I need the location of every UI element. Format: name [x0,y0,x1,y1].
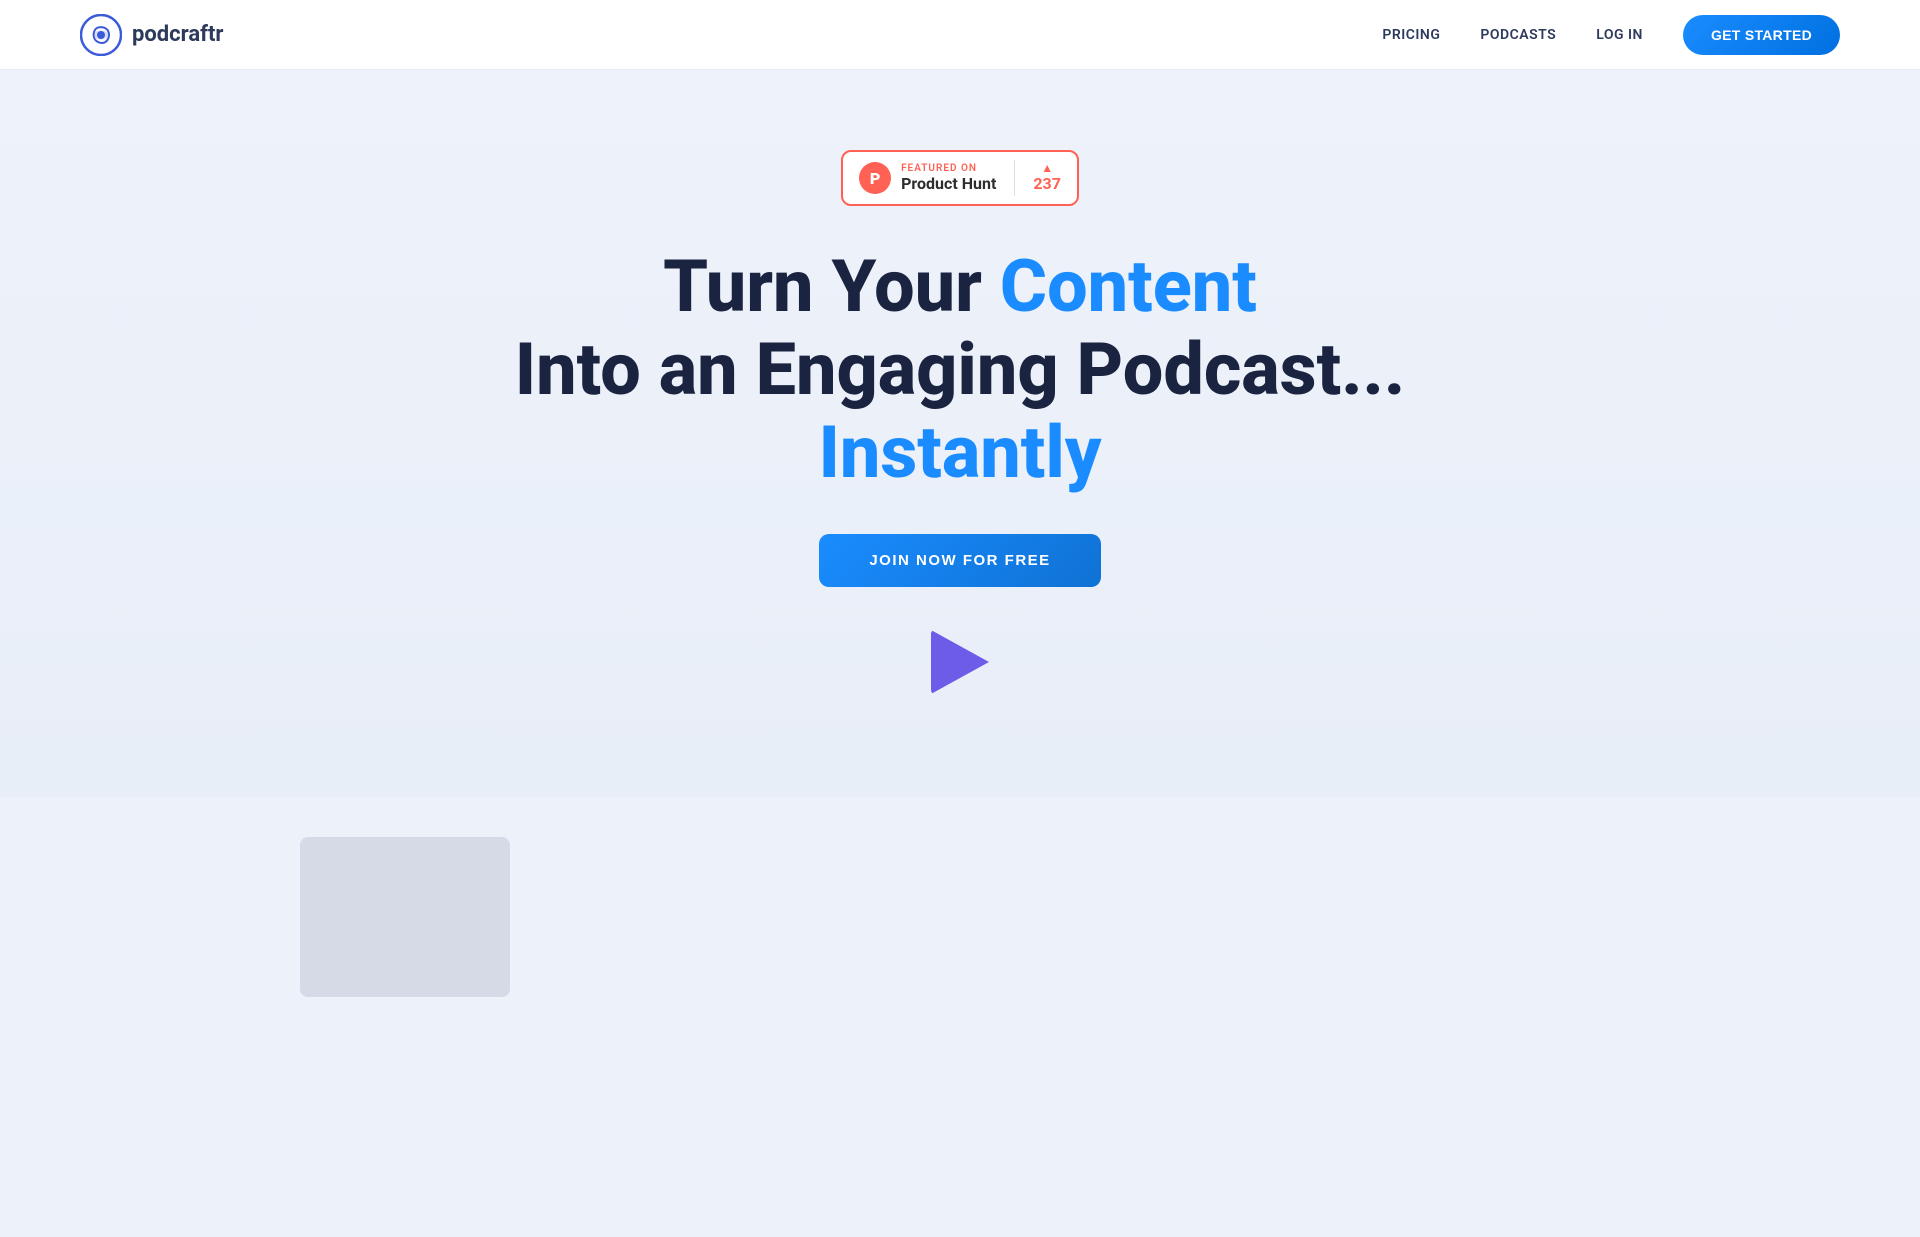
product-hunt-divider [1014,160,1015,196]
navbar: podcraftr PRICING PODCASTS LOG IN GET ST… [0,0,1920,70]
nav-podcasts[interactable]: PODCASTS [1480,27,1556,43]
product-hunt-badge[interactable]: P FEATURED ON Product Hunt ▲ 237 [841,150,1079,206]
hero-title-line2: Into an Engaging Podcast... [515,327,1405,412]
hero-title-line3: Instantly [818,410,1101,495]
nav-links: PRICING PODCASTS LOG IN GET STARTED [1382,15,1840,55]
hero-headline: Turn Your Content Into an Engaging Podca… [515,246,1405,494]
product-hunt-name: Product Hunt [901,174,996,193]
hero-title: Turn Your Content Into an Engaging Podca… [515,246,1405,494]
logo-icon [80,14,122,56]
upvote-arrow-icon: ▲ [1041,162,1053,174]
lower-section [0,797,1920,1237]
nav-pricing[interactable]: PRICING [1382,27,1440,43]
get-started-button[interactable]: GET STARTED [1683,15,1840,55]
nav-login[interactable]: LOG IN [1596,27,1643,43]
product-hunt-text: FEATURED ON Product Hunt [901,163,996,193]
play-button[interactable] [925,627,995,697]
play-triangle-icon [931,630,989,694]
join-now-button[interactable]: JOIN NOW FOR FREE [819,534,1100,587]
vote-count: 237 [1033,174,1061,193]
logo-wordmark: podcraftr [132,22,224,47]
placeholder-card [300,837,510,997]
hero-title-line1-highlight: Content [1000,244,1257,329]
product-hunt-featured-label: FEATURED ON [901,163,996,174]
play-button-container [925,627,995,697]
product-hunt-votes: ▲ 237 [1033,162,1061,193]
hero-section: P FEATURED ON Product Hunt ▲ 237 Turn Yo… [0,70,1920,797]
logo[interactable]: podcraftr [80,14,224,56]
hero-title-line1-plain: Turn Your [663,244,1000,329]
product-hunt-logo: P [859,162,891,194]
